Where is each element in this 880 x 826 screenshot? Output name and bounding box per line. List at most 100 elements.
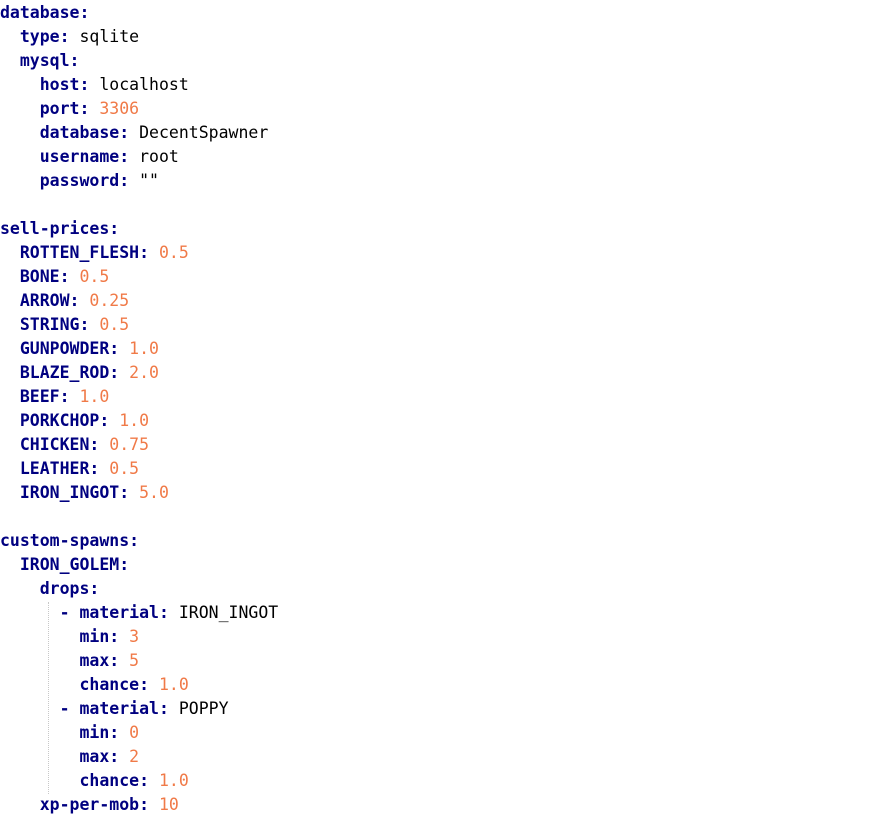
yaml-number-value: 2.0 — [129, 363, 159, 382]
yaml-key: max — [79, 747, 110, 766]
key-separator: : — [89, 459, 100, 478]
yaml-number-value: 10 — [158, 795, 179, 814]
code-line: chance: 1.0 — [0, 673, 880, 697]
key-separator: : — [119, 555, 130, 574]
key-separator: : — [99, 411, 110, 430]
key-separator: : — [59, 267, 70, 286]
key-separator: : — [79, 315, 90, 334]
key-separator: : — [158, 699, 169, 718]
code-line: username: root — [0, 145, 880, 169]
yaml-number-value: 1.0 — [79, 387, 110, 406]
key-separator: : — [59, 387, 70, 406]
code-line: BLAZE_ROD: 2.0 — [0, 361, 880, 385]
yaml-key: port — [39, 99, 80, 118]
code-line: password: "" — [0, 169, 880, 193]
yaml-key: GUNPOWDER — [19, 339, 110, 358]
code-lines: database: type: sqlite mysql: host: loca… — [0, 1, 880, 817]
code-line: STRING: 0.5 — [0, 313, 880, 337]
key-separator: : — [129, 531, 140, 550]
yaml-string-value: IRON_INGOT — [178, 603, 279, 622]
key-separator: : — [79, 75, 90, 94]
key-separator: : — [109, 363, 120, 382]
key-separator: : — [89, 435, 100, 454]
yaml-key: PORKCHOP — [19, 411, 100, 430]
yaml-key: material — [79, 699, 159, 718]
yaml-key: drops — [39, 579, 90, 598]
yaml-key: host — [39, 75, 80, 94]
key-separator: : — [139, 243, 150, 262]
yaml-number-value: 0 — [129, 723, 140, 742]
yaml-number-value: 3 — [129, 627, 140, 646]
code-line: database: DecentSpawner — [0, 121, 880, 145]
yaml-key: chance — [79, 771, 140, 790]
code-line: host: localhost — [0, 73, 880, 97]
yaml-key: BLAZE_ROD — [19, 363, 110, 382]
yaml-number-value: 1.0 — [158, 771, 189, 790]
code-line: GUNPOWDER: 1.0 — [0, 337, 880, 361]
code-line: drops: — [0, 577, 880, 601]
yaml-key: chance — [79, 675, 140, 694]
yaml-key: max — [79, 651, 110, 670]
key-separator: : — [109, 219, 120, 238]
code-line: database: — [0, 1, 880, 25]
code-line: BEEF: 1.0 — [0, 385, 880, 409]
code-line: max: 2 — [0, 745, 880, 769]
yaml-key: password — [39, 171, 120, 190]
key-separator: : — [79, 3, 90, 22]
yaml-key: IRON_GOLEM — [19, 555, 120, 574]
yaml-number-value: 5 — [129, 651, 140, 670]
yaml-number-value: 0.5 — [158, 243, 189, 262]
yaml-string-value: sqlite — [79, 27, 140, 46]
code-line: custom-spawns: — [0, 529, 880, 553]
code-line: - material: POPPY — [0, 697, 880, 721]
yaml-key: username — [39, 147, 120, 166]
key-separator: : — [69, 291, 80, 310]
yaml-number-value: 1.0 — [158, 675, 189, 694]
code-editor[interactable]: database: type: sqlite mysql: host: loca… — [0, 1, 880, 826]
key-separator: : — [109, 747, 120, 766]
code-line: max: 5 — [0, 649, 880, 673]
code-line: min: 0 — [0, 721, 880, 745]
code-line: CHICKEN: 0.75 — [0, 433, 880, 457]
key-separator: : — [119, 147, 130, 166]
yaml-key: min — [79, 723, 110, 742]
yaml-number-value: 0.25 — [89, 291, 130, 310]
yaml-number-value: 3306 — [99, 99, 140, 118]
code-line: type: sqlite — [0, 25, 880, 49]
yaml-key: database — [0, 3, 80, 22]
yaml-key: BEEF — [19, 387, 60, 406]
yaml-key: min — [79, 627, 110, 646]
yaml-key: custom-spawns — [0, 531, 130, 550]
key-separator: : — [109, 339, 120, 358]
yaml-key: type — [19, 27, 60, 46]
key-separator: : — [69, 51, 80, 70]
yaml-key: sell-prices — [0, 219, 110, 238]
yaml-key: BONE — [19, 267, 60, 286]
yaml-number-value: 2 — [129, 747, 140, 766]
yaml-key: LEATHER — [19, 459, 90, 478]
code-line: port: 3306 — [0, 97, 880, 121]
code-line: - material: IRON_INGOT — [0, 601, 880, 625]
key-separator: : — [89, 579, 100, 598]
key-separator: : — [119, 123, 130, 142]
key-separator: : — [139, 795, 150, 814]
code-line: ARROW: 0.25 — [0, 289, 880, 313]
key-separator: : — [119, 483, 130, 502]
key-separator: : — [139, 675, 150, 694]
code-line: sell-prices: — [0, 217, 880, 241]
code-line: IRON_INGOT: 5.0 — [0, 481, 880, 505]
key-separator: : — [79, 99, 90, 118]
code-line: xp-per-mob: 10 — [0, 793, 880, 817]
key-separator: : — [59, 27, 70, 46]
yaml-number-value: 1.0 — [129, 339, 159, 358]
yaml-string-value: "" — [139, 171, 159, 190]
yaml-number-value: 0.75 — [109, 435, 150, 454]
code-line: mysql: — [0, 49, 880, 73]
key-separator: : — [119, 171, 130, 190]
code-line: min: 3 — [0, 625, 880, 649]
yaml-key: ROTTEN_FLESH — [19, 243, 140, 262]
code-line: BONE: 0.5 — [0, 265, 880, 289]
yaml-number-value: 0.5 — [79, 267, 110, 286]
key-separator: : — [109, 627, 120, 646]
